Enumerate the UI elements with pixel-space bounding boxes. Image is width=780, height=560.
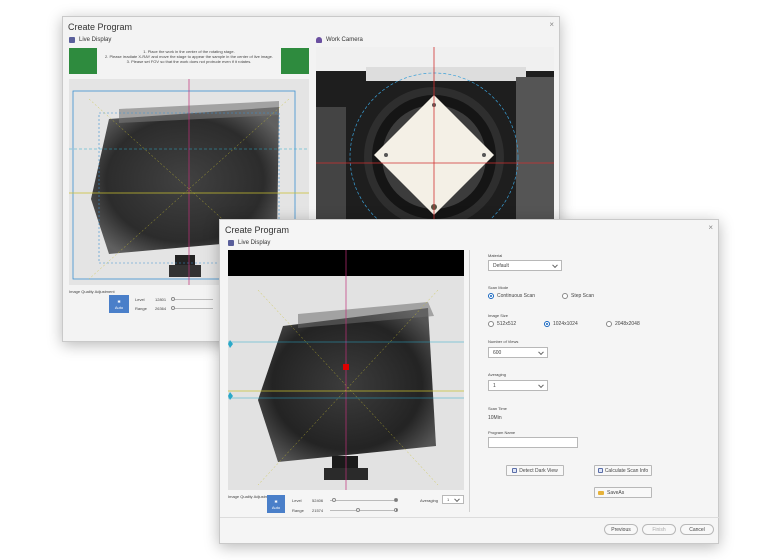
- radio-step-scan[interactable]: Step Scan: [562, 293, 594, 299]
- auto-label: Auto: [114, 304, 124, 310]
- window-title: Create Program: [225, 225, 290, 235]
- save-as-button[interactable]: SaveAs: [594, 487, 652, 498]
- previous-button[interactable]: Previous: [604, 524, 638, 535]
- button-label: Detect Dark View: [519, 467, 558, 474]
- range-label: Range: [292, 508, 304, 513]
- radio-unselected-icon: [488, 321, 494, 327]
- button-label: Calculate Scan Info: [604, 467, 649, 474]
- scan-mode-label: Scan Mode: [488, 285, 509, 290]
- averaging-setting-select[interactable]: 1: [488, 380, 548, 391]
- close-icon[interactable]: ×: [549, 20, 554, 29]
- live-display-header: Live Display: [228, 240, 270, 246]
- material-select[interactable]: Default: [488, 260, 562, 271]
- range-value: 21574: [312, 508, 324, 513]
- panel-divider: [469, 250, 470, 512]
- instruction-green-box-right: [281, 48, 309, 74]
- radio-2048[interactable]: 2048x2048: [606, 321, 640, 327]
- calculate-scan-info-button[interactable]: Calculate Scan Info: [594, 465, 652, 476]
- live-display-header: Live Display: [69, 37, 111, 43]
- radio-label: Step Scan: [571, 293, 595, 299]
- work-camera-title: Work Camera: [326, 37, 363, 43]
- level-slider[interactable]: [173, 299, 213, 300]
- range-slider[interactable]: [173, 308, 213, 309]
- display-icon: [228, 240, 234, 246]
- detect-dark-view-button[interactable]: Detect Dark View: [506, 465, 564, 476]
- button-label: SaveAs: [607, 489, 625, 496]
- live-display-title: Live Display: [238, 240, 271, 246]
- scan-time-label: Scan Time: [488, 406, 507, 411]
- image-quality-label: Image Quality Adjustment: [69, 289, 115, 294]
- instruction-line: 3. Please set FOV so that the work does …: [126, 59, 252, 64]
- level-label: Level: [292, 498, 302, 503]
- auto-button[interactable]: ✱ Auto: [267, 495, 285, 513]
- level-slider-handle[interactable]: [332, 498, 336, 502]
- averaging-label: Averaging: [420, 498, 438, 503]
- views-label: Number of Views: [488, 339, 519, 344]
- finish-button[interactable]: Finish: [642, 524, 676, 535]
- radio-continuous-scan[interactable]: Continuous Scan: [488, 293, 535, 299]
- image-size-label: Image Size: [488, 313, 509, 318]
- radio-label: 1024x1024: [553, 321, 578, 327]
- range-label: Range: [135, 306, 147, 311]
- radio-label: 512x512: [497, 321, 517, 327]
- range-value: 26364: [155, 306, 167, 311]
- radio-unselected-icon: [606, 321, 612, 327]
- range-slider-handle[interactable]: [356, 508, 360, 512]
- xray-live-image[interactable]: [228, 250, 464, 490]
- averaging-select[interactable]: 1: [442, 495, 464, 504]
- range-slider-handle[interactable]: [171, 306, 175, 310]
- auto-icon: ✱: [274, 498, 278, 504]
- level-max-icon: [394, 498, 398, 502]
- work-camera-image[interactable]: [316, 47, 554, 222]
- level-slider-handle[interactable]: [171, 297, 175, 301]
- material-label: Material: [488, 253, 503, 258]
- live-display-title: Live Display: [79, 37, 112, 43]
- radio-1024[interactable]: 1024x1024: [544, 321, 578, 327]
- auto-label: Auto: [271, 504, 281, 510]
- range-slider[interactable]: [330, 510, 396, 511]
- radio-unselected-icon: [562, 293, 568, 299]
- radio-label: Continuous Scan: [497, 293, 536, 299]
- instruction-green-box-left: [69, 48, 97, 74]
- level-value: 52406: [312, 498, 324, 503]
- instructions: 1. Place the work in the center of the r…: [99, 49, 279, 64]
- level-label: Level: [135, 297, 145, 302]
- auto-button[interactable]: ✱ Auto: [109, 295, 129, 313]
- radio-selected-icon: [544, 321, 550, 327]
- work-camera-header: Work Camera: [316, 37, 363, 43]
- footer-divider: [220, 517, 720, 518]
- window-title: Create Program: [68, 22, 133, 32]
- views-select[interactable]: 600: [488, 347, 548, 358]
- program-name-input[interactable]: [488, 437, 578, 448]
- camera-icon: [316, 37, 322, 43]
- display-icon: [69, 37, 75, 43]
- averaging-setting-label: Averaging: [488, 372, 506, 377]
- calculate-icon: [597, 468, 603, 473]
- auto-icon: ✱: [117, 298, 121, 304]
- close-icon[interactable]: ×: [708, 223, 713, 232]
- folder-icon: [598, 490, 604, 495]
- range-contrast-icon: [394, 508, 398, 512]
- scan-time-value: 10Min: [488, 415, 502, 421]
- dark-view-icon: [512, 468, 518, 473]
- radio-label: 2048x2048: [615, 321, 640, 327]
- radio-selected-icon: [488, 293, 494, 299]
- radio-512[interactable]: 512x512: [488, 321, 516, 327]
- cancel-button[interactable]: Cancel: [680, 524, 714, 535]
- program-name-label: Program Name: [488, 430, 516, 435]
- front-create-program-window: Create Program × Live Display Image Qual…: [219, 219, 720, 544]
- level-value: 12801: [155, 297, 167, 302]
- level-slider[interactable]: [330, 500, 396, 501]
